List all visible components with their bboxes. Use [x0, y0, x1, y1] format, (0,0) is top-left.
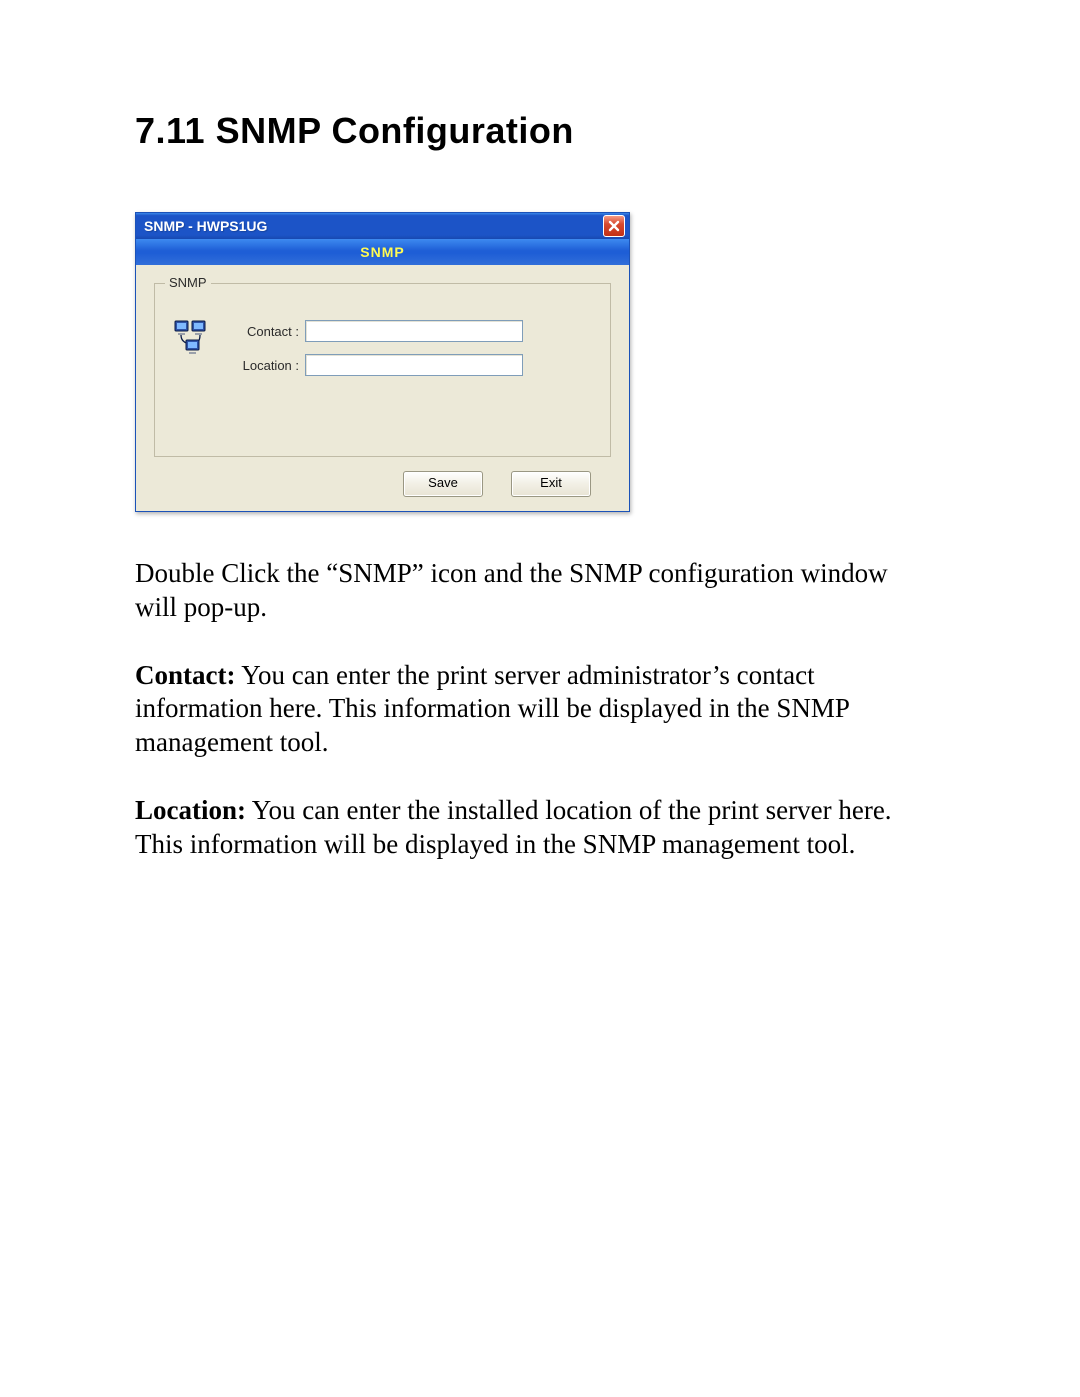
location-term: Location: [135, 795, 246, 825]
location-input[interactable] [305, 354, 523, 376]
body-text: Double Click the “SNMP” icon and the SNM… [135, 557, 950, 861]
location-row: Location : [231, 354, 592, 376]
contact-paragraph: Contact: You can enter the print server … [135, 659, 915, 760]
dialog-banner: SNMP [136, 239, 629, 265]
dialog-client-area: SNMP [136, 265, 629, 511]
window-title: SNMP - HWPS1UG [144, 218, 267, 234]
close-icon [608, 220, 620, 232]
close-button[interactable] [603, 215, 625, 237]
button-row: Save Exit [154, 457, 611, 497]
contact-label: Contact : [231, 324, 299, 339]
network-computers-icon [173, 318, 213, 358]
snmp-dialog: SNMP - HWPS1UG SNMP SNMP [135, 212, 630, 512]
groupbox-legend: SNMP [165, 275, 211, 290]
page: 7.11 SNMP Configuration SNMP - HWPS1UG S… [0, 0, 1080, 861]
titlebar[interactable]: SNMP - HWPS1UG [136, 213, 629, 239]
section-heading: 7.11 SNMP Configuration [135, 110, 950, 152]
contact-description: You can enter the print server administr… [135, 660, 849, 758]
location-paragraph: Location: You can enter the installed lo… [135, 794, 915, 862]
contact-row: Contact : [231, 320, 592, 342]
location-label: Location : [231, 358, 299, 373]
contact-term: Contact: [135, 660, 235, 690]
intro-paragraph: Double Click the “SNMP” icon and the SNM… [135, 557, 915, 625]
location-description: You can enter the installed location of … [135, 795, 892, 859]
snmp-groupbox: SNMP [154, 283, 611, 457]
contact-input[interactable] [305, 320, 523, 342]
save-button[interactable]: Save [403, 471, 483, 497]
exit-button[interactable]: Exit [511, 471, 591, 497]
